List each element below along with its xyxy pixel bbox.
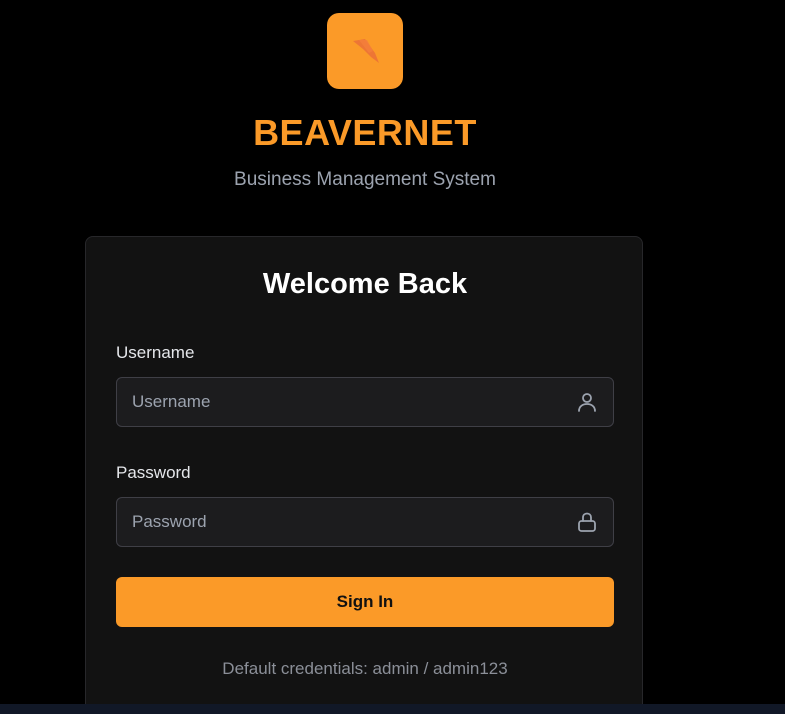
brand-tagline: Business Management System [234, 169, 496, 190]
sign-in-button[interactable]: Sign In [116, 577, 614, 627]
login-card: Welcome Back Username Password Sign In D… [85, 236, 643, 714]
password-label: Password [116, 463, 191, 482]
default-credentials-hint: Default credentials: admin / admin123 [222, 659, 508, 678]
user-icon [578, 393, 596, 412]
brand-logo [327, 13, 403, 89]
login-title: Welcome Back [262, 268, 468, 300]
username-field-wrapper [116, 377, 614, 427]
lock-icon [578, 512, 596, 532]
bottom-edge-bar [0, 704, 785, 714]
username-label: Username [116, 343, 195, 362]
password-field-wrapper [116, 497, 614, 547]
beaver-logo-icon [353, 39, 379, 63]
password-input[interactable] [117, 498, 557, 546]
login-page: BEAVERNET Business Management System Wel… [0, 0, 785, 714]
username-input[interactable] [117, 378, 557, 426]
brand-name: BEAVERNET [253, 112, 477, 153]
